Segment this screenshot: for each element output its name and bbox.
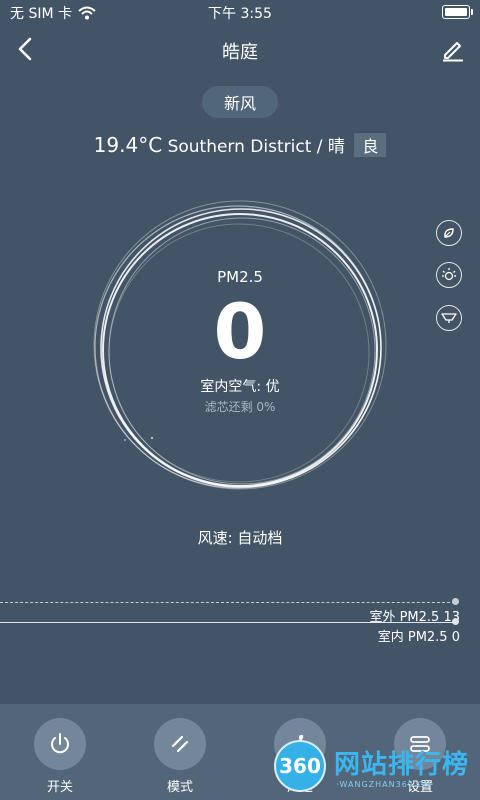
fan-speed-label: 风速: 自动档: [197, 529, 283, 547]
settings-control[interactable]: 设置: [380, 718, 460, 798]
pm-value: 0: [213, 287, 267, 376]
indoor-pm-dot: [452, 618, 459, 625]
pm-metric-label: PM2.5: [217, 268, 263, 286]
nav-bar: 皓庭: [0, 30, 480, 70]
power-button[interactable]: [34, 718, 86, 770]
indoor-air-quality: 室内空气: 优: [200, 379, 280, 395]
outdoor-pm-dot: [452, 598, 459, 605]
mode-control[interactable]: 模式: [140, 718, 220, 798]
edit-button[interactable]: [440, 36, 466, 62]
fan-button[interactable]: [274, 718, 326, 770]
mode-button[interactable]: [154, 718, 206, 770]
indoor-pm-line: [0, 622, 455, 623]
air-quality-badge: 良: [354, 133, 387, 157]
fan-label: 风速: [286, 780, 313, 795]
mode-icon: [171, 735, 189, 753]
leaf-button[interactable]: [436, 220, 462, 246]
weather-location: Southern District / 晴: [167, 137, 345, 157]
mode-pill[interactable]: 新风: [202, 86, 278, 118]
battery-icon: [442, 5, 473, 19]
power-control[interactable]: 开关: [20, 718, 100, 798]
status-bar: 无 SIM 卡 下午 3:55: [0, 0, 480, 24]
filter-remaining: 滤芯还剩 0%: [204, 400, 276, 414]
settings-icon: [410, 736, 430, 752]
weather-info: 19.4°C Southern District / 晴 良: [0, 132, 480, 157]
settings-label: 设置: [406, 780, 433, 795]
pencil-icon: [443, 42, 463, 62]
fan-icon: [291, 734, 307, 753]
power-icon: [51, 733, 69, 754]
control-bar: 开关 模式 风速 设置: [0, 704, 480, 800]
power-label: 开关: [46, 780, 73, 795]
mode-label: 模式: [166, 780, 193, 795]
settings-button[interactable]: [394, 718, 446, 770]
outdoor-pm-line: [0, 602, 455, 603]
status-time: 下午 3:55: [208, 6, 272, 22]
outdoor-temperature: 19.4°C: [93, 133, 163, 157]
page-title: 皓庭: [222, 42, 258, 63]
leaf-icon: [444, 228, 454, 238]
fan-control[interactable]: 风速: [260, 718, 340, 798]
indoor-pm-label: 室内 PM2.5 0: [377, 630, 460, 645]
